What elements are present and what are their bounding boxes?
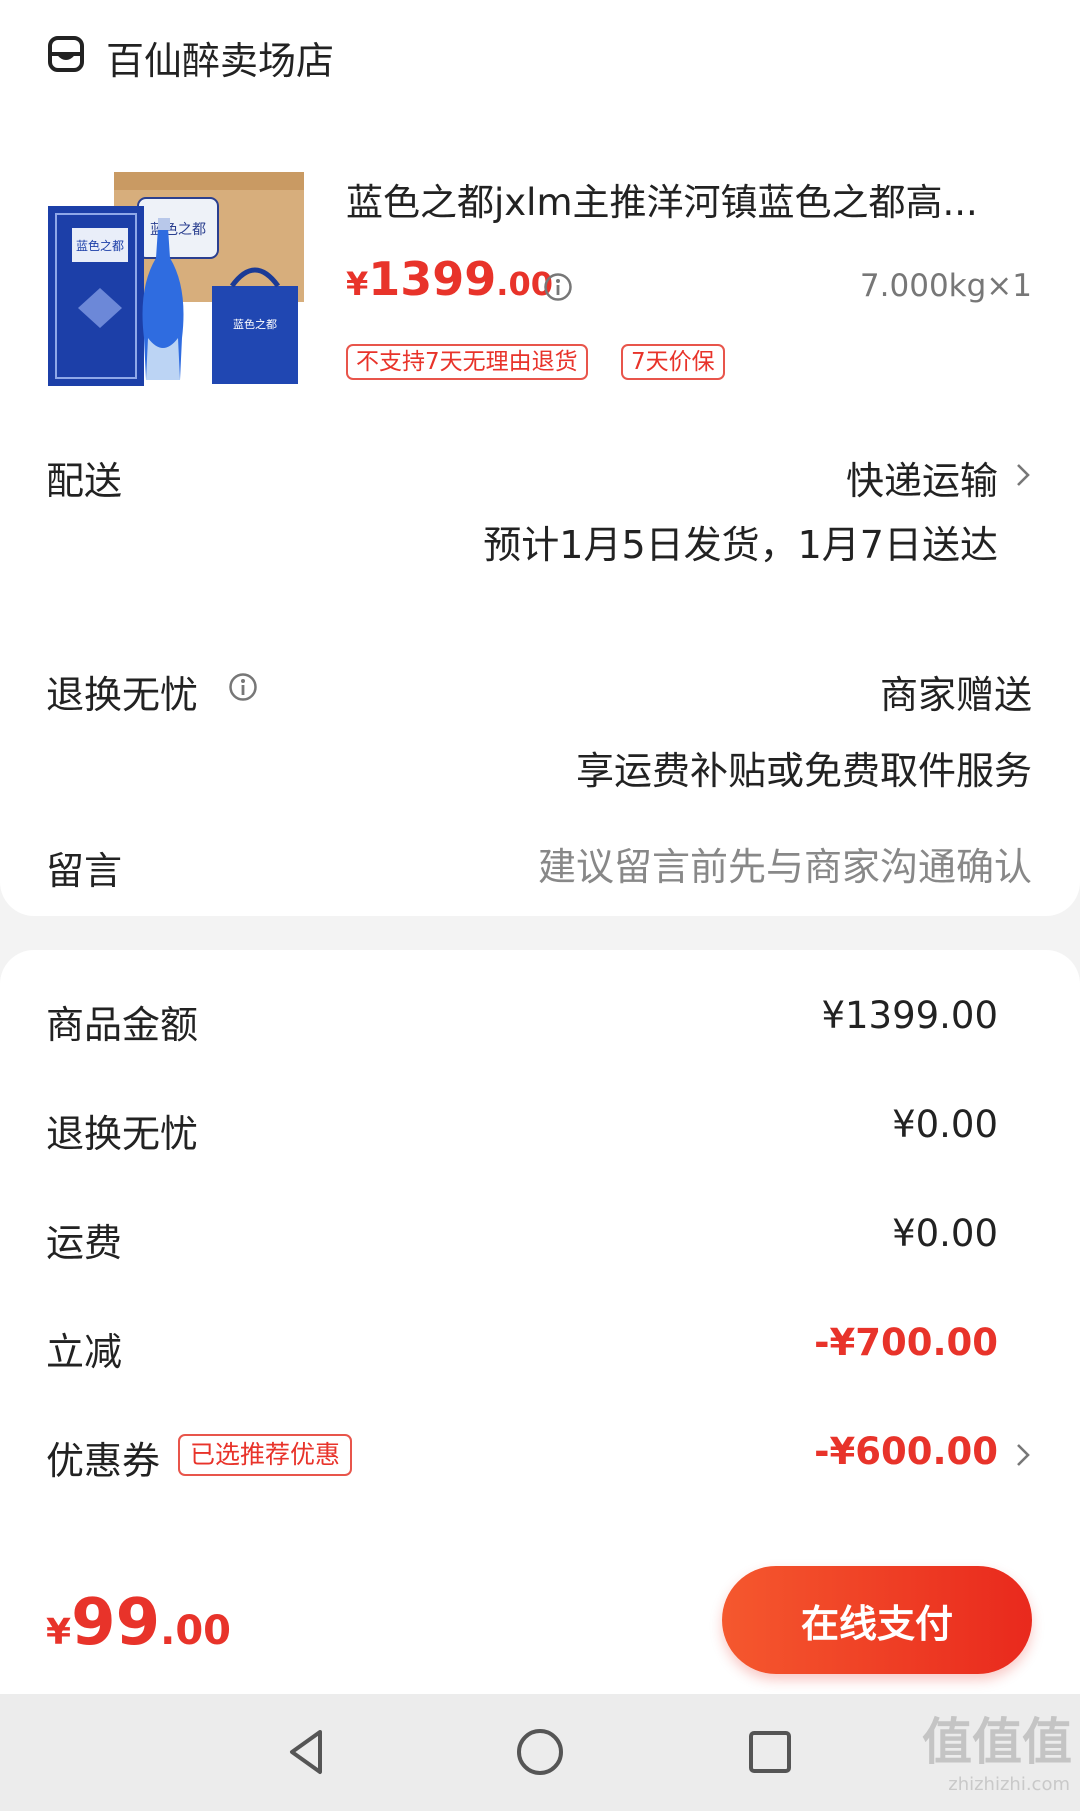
cost-value-shipping: ¥0.00 — [892, 1212, 998, 1255]
cost-label-goods: 商品金额 — [46, 1003, 199, 1047]
total-currency: ¥ — [46, 1612, 72, 1653]
checkout-bar: ¥99.00 在线支付 — [0, 1550, 1080, 1694]
home-icon[interactable] — [512, 1724, 568, 1780]
system-nav-bar: 值值值 zhizhizhi.com — [0, 1694, 1080, 1811]
total-integer: 99 — [71, 1586, 161, 1660]
recents-icon[interactable] — [742, 1724, 798, 1780]
price-protect-tag: 7天价保 — [621, 344, 725, 380]
delivery-label: 配送 — [46, 459, 123, 503]
bag-label: 蓝色之都 — [233, 317, 277, 331]
store-icon — [48, 36, 84, 72]
product-quantity: 7.000kg×1 — [859, 268, 1032, 304]
price-currency: ¥ — [346, 265, 369, 303]
returns-label: 退换无忧 — [46, 673, 199, 717]
back-icon[interactable] — [280, 1724, 336, 1780]
no-return-tag: 不支持7天无理由退货 — [346, 344, 588, 380]
delivery-estimate: 预计1月5日发货，1月7日送达 — [483, 523, 998, 567]
gift-box-label: 蓝色之都 — [76, 239, 124, 253]
cost-label-coupon: 优惠券 — [46, 1439, 161, 1483]
product-title[interactable]: 蓝色之都jxlm主推洋河镇蓝色之都高... — [346, 172, 1030, 226]
cost-label-discount: 立减 — [46, 1330, 123, 1374]
price-integer: 1399 — [368, 252, 497, 306]
pay-online-button[interactable]: 在线支付 — [722, 1566, 1032, 1674]
cost-value-goods: ¥1399.00 — [821, 994, 998, 1037]
product-image[interactable]: 蓝色之都 蓝色之都 蓝色之都 — [48, 158, 310, 388]
product-price: ¥1399.00 — [346, 252, 553, 306]
total-price: ¥99.00 — [46, 1586, 231, 1660]
returns-value: 商家赠送 — [879, 673, 1032, 717]
store-name[interactable]: 百仙醉卖场店 — [106, 30, 334, 85]
chevron-right-icon[interactable] — [1014, 462, 1032, 488]
total-decimal: .00 — [160, 1608, 231, 1654]
info-icon[interactable] — [543, 272, 573, 302]
coupon-selected-tag[interactable]: 已选推荐优惠 — [178, 1434, 353, 1476]
coupon-chevron-icon[interactable] — [1014, 1442, 1032, 1468]
message-label: 留言 — [46, 849, 123, 893]
cost-value-discount: -¥700.00 — [814, 1321, 998, 1364]
returns-info-icon[interactable] — [228, 672, 258, 702]
returns-detail: 享运费补贴或免费取件服务 — [575, 749, 1032, 793]
watermark-url: zhizhizhi.com — [948, 1774, 1070, 1795]
message-input[interactable]: 建议留言前先与商家沟通确认 — [538, 836, 1032, 891]
delivery-method[interactable]: 快递运输 — [846, 450, 998, 505]
order-card: 百仙醉卖场店 蓝色之都 蓝色之都 蓝色之都 蓝色之都jxlm主推洋河镇蓝色之都高… — [0, 0, 1080, 916]
cost-summary-card: 商品金额 ¥1399.00 退换无忧 ¥0.00 运费 ¥0.00 立减 -¥7… — [0, 950, 1080, 1550]
cost-value-coupon[interactable]: -¥600.00 — [814, 1430, 998, 1473]
cost-label-shipping: 运费 — [46, 1221, 123, 1265]
cost-label-returns: 退换无忧 — [46, 1112, 199, 1156]
cost-value-returns: ¥0.00 — [892, 1103, 998, 1146]
watermark-logo: 值值值 — [922, 1713, 1072, 1771]
